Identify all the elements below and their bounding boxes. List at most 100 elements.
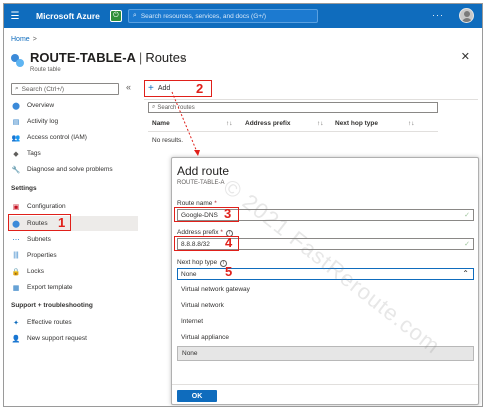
next-hop-type-select[interactable]: None ⌃ xyxy=(177,268,474,280)
avatar-head-shape xyxy=(464,11,470,17)
sidebar-item-new-support-request[interactable]: 👤 New support request xyxy=(11,332,87,345)
dropdown-option-virtual-appliance[interactable]: Virtual appliance xyxy=(177,330,474,345)
column-header-next-hop-type[interactable]: Next hop type xyxy=(335,120,378,127)
sidebar-item-label: Configuration xyxy=(27,203,66,210)
annotation-number-5: 5 xyxy=(225,264,233,279)
page-title: ROUTE-TABLE-A | Routes xyxy=(30,50,187,65)
sidebar-item-label: Locks xyxy=(27,268,44,275)
sidebar-item-access-control[interactable]: 👥 Access control (IAM) xyxy=(11,131,87,144)
annotation-number-3: 3 xyxy=(224,206,232,221)
ok-button[interactable]: OK xyxy=(177,390,217,402)
dialog-subtitle: ROUTE-TABLE-A xyxy=(177,180,225,186)
dialog-footer-divider xyxy=(172,384,478,385)
nav-section-settings: Settings xyxy=(11,185,37,192)
sidebar-item-label: Access control (IAM) xyxy=(27,134,87,141)
annotation-number-4: 4 xyxy=(225,235,233,250)
hamburger-menu-icon[interactable]: ☰ xyxy=(6,11,24,22)
sidebar-item-label: Diagnose and solve problems xyxy=(27,166,113,173)
sidebar-item-export-template[interactable]: ▦ Export template xyxy=(11,281,73,294)
breadcrumb-separator: > xyxy=(32,36,37,43)
sort-icon[interactable]: ↑↓ xyxy=(408,120,415,127)
sidebar-item-label: Tags xyxy=(27,150,41,157)
chevron-up-icon[interactable]: ⌃ xyxy=(462,269,469,278)
route-table-icon xyxy=(11,53,25,67)
sidebar-item-label: Export template xyxy=(27,284,73,291)
search-icon: ⌕ xyxy=(15,85,19,92)
empty-table-message: No results. xyxy=(152,137,184,144)
people-icon: 👥 xyxy=(11,134,21,142)
next-hop-type-label-text: Next hop type xyxy=(177,259,218,266)
sidebar-item-label: Activity log xyxy=(27,118,59,125)
breadcrumb: Home > xyxy=(11,36,37,43)
add-route-dialog: Add route ROUTE-TABLE-A Route name * Goo… xyxy=(171,157,479,405)
search-icon: ⌕ xyxy=(132,12,137,19)
support-person-icon: 👤 xyxy=(11,335,21,343)
top-bar: ☰ Microsoft Azure ⏻ ⌕ Search resources, … xyxy=(4,4,482,28)
column-header-name[interactable]: Name xyxy=(152,120,170,127)
routes-filter-placeholder: Search routes xyxy=(157,104,195,111)
breadcrumb-home[interactable]: Home xyxy=(11,36,30,43)
route-name-label-text: Route name xyxy=(177,200,213,207)
next-hop-type-label: Next hop type i xyxy=(177,259,228,267)
collapse-nav-icon[interactable]: « xyxy=(126,82,131,92)
checkmark-icon: ✓ xyxy=(464,241,470,248)
column-header-address-prefix[interactable]: Address prefix xyxy=(245,120,291,127)
sidebar-item-configuration[interactable]: ▣ Configuration xyxy=(11,200,66,213)
subnet-icon: ⋯ xyxy=(12,236,20,244)
table-header-divider xyxy=(148,131,438,132)
sidebar-item-label: New support request xyxy=(27,335,87,342)
resource-name: ROUTE-TABLE-A xyxy=(30,50,136,65)
brand-title[interactable]: Microsoft Azure xyxy=(36,11,100,21)
required-marker: * xyxy=(220,229,223,236)
sidebar-item-overview[interactable]: ⬤ Overview xyxy=(11,99,54,112)
sidebar-item-properties[interactable]: ||| Properties xyxy=(11,249,57,262)
annotation-number-2: 2 xyxy=(196,81,204,96)
sidebar-item-activity-log[interactable]: ▤ Activity log xyxy=(11,115,58,128)
search-icon: ⌕ xyxy=(152,104,156,110)
properties-icon: ||| xyxy=(13,252,19,259)
global-search-placeholder: Search resources, services, and docs (G+… xyxy=(140,12,267,20)
sidebar-item-label: Overview xyxy=(27,102,55,109)
dialog-title: Add route xyxy=(177,164,230,178)
sidebar-item-subnets[interactable]: ⋯ Subnets xyxy=(11,233,51,246)
dropdown-option-internet[interactable]: Internet xyxy=(177,314,474,329)
global-search-input[interactable]: ⌕ Search resources, services, and docs (… xyxy=(127,9,318,23)
avatar[interactable] xyxy=(459,8,474,23)
resource-type: Route table xyxy=(30,67,61,73)
pin-icon[interactable]: ⚲ xyxy=(180,54,186,63)
dropdown-option-virtual-network[interactable]: Virtual network xyxy=(177,298,474,313)
sort-icon[interactable]: ↑↓ xyxy=(226,120,233,127)
sidebar-item-effective-routes[interactable]: ✦ Effective routes xyxy=(11,316,72,329)
dropdown-option-virtual-network-gateway[interactable]: Virtual network gateway xyxy=(177,282,474,297)
effective-routes-icon: ✦ xyxy=(13,319,19,327)
azure-portal-window: ☰ Microsoft Azure ⏻ ⌕ Search resources, … xyxy=(3,3,483,407)
avatar-body-shape xyxy=(462,18,472,22)
required-marker: * xyxy=(214,200,217,207)
cloud-shell-icon[interactable]: ⏻ xyxy=(109,10,122,22)
sidebar-item-label: Properties xyxy=(27,252,57,259)
close-icon[interactable]: ✕ xyxy=(461,50,470,63)
sidebar-item-tags[interactable]: ◆ Tags xyxy=(11,147,41,160)
nav-search-input[interactable]: ⌕ Search (Ctrl+/) xyxy=(11,83,119,95)
route-table-icon: ⬤ xyxy=(12,102,20,110)
more-options-icon[interactable]: ··· xyxy=(432,10,444,20)
route-name-label: Route name * xyxy=(177,200,217,207)
export-template-icon: ▦ xyxy=(12,284,20,292)
tag-icon: ◆ xyxy=(13,150,19,158)
dropdown-option-none[interactable]: None xyxy=(177,346,474,361)
activity-log-icon: ▤ xyxy=(12,118,20,126)
lock-icon: 🔒 xyxy=(11,268,21,276)
sidebar-item-label: Effective routes xyxy=(27,319,72,326)
sort-icon[interactable]: ↑↓ xyxy=(317,120,324,127)
sidebar-item-diagnose[interactable]: 🔧 Diagnose and solve problems xyxy=(11,163,113,176)
title-divider: | xyxy=(138,50,143,65)
address-prefix-label-text: Address prefix xyxy=(177,229,219,236)
sidebar-item-locks[interactable]: 🔒 Locks xyxy=(11,265,44,278)
next-hop-type-value: None xyxy=(181,270,197,278)
routes-filter-input[interactable]: ⌕ Search routes xyxy=(148,102,438,113)
toolbox-icon: ▣ xyxy=(12,203,20,211)
annotation-number-1: 1 xyxy=(58,215,66,230)
sidebar-item-label: Subnets xyxy=(27,236,51,243)
nav-search-placeholder: Search (Ctrl+/) xyxy=(21,85,65,93)
checkmark-icon: ✓ xyxy=(464,212,470,219)
